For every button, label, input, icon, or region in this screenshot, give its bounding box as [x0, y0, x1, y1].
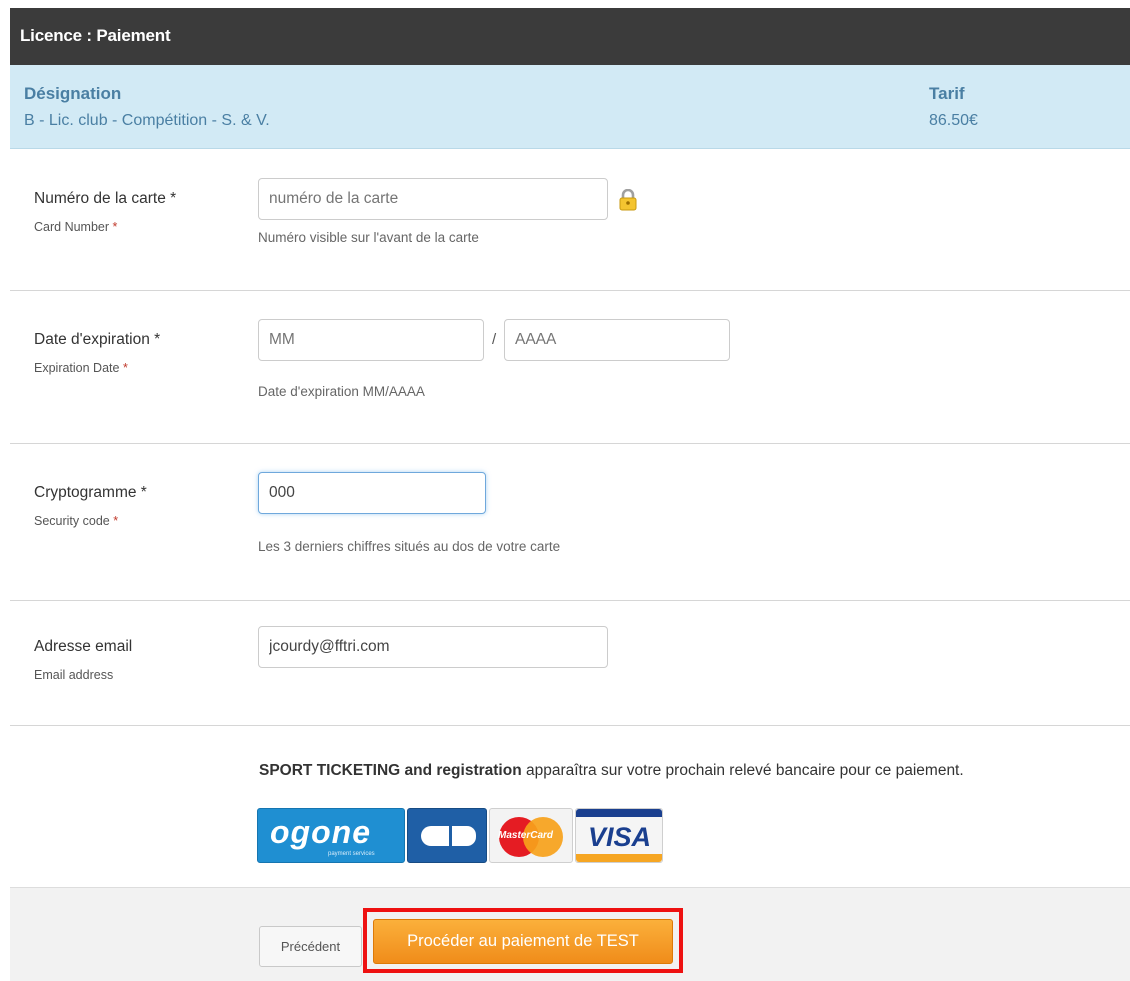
- card-number-label: Numéro de la carte *: [34, 190, 177, 207]
- cb-card-logo: [407, 808, 487, 863]
- page-title: Licence : Paiement: [10, 8, 1130, 65]
- email-input[interactable]: [258, 626, 608, 668]
- security-code-help: Les 3 derniers chiffres situés au dos de…: [258, 539, 561, 554]
- card-number-help: Numéro visible sur l'avant de la carte: [258, 230, 479, 245]
- expiration-help: Date d'expiration MM/AAAA: [258, 384, 425, 399]
- card-number-sublabel: Card Number *: [34, 220, 118, 234]
- designation-header: Désignation: [24, 84, 122, 103]
- card-number-row: Numéro de la carte * Card Number * Numér…: [10, 150, 1130, 290]
- tarif-value: 86.50€: [929, 112, 978, 129]
- mastercard-logo: MasterCard: [489, 808, 573, 863]
- previous-button[interactable]: Précédent: [259, 926, 362, 967]
- pay-button[interactable]: Procéder au paiement de TEST: [373, 919, 673, 964]
- security-code-row: Cryptogramme * Security code * Les 3 der…: [10, 444, 1130, 600]
- ogone-logo: ogone payment services: [257, 808, 405, 863]
- email-row: Adresse email Email address: [10, 601, 1130, 725]
- card-number-input[interactable]: [258, 178, 608, 220]
- visa-logo: VISA: [575, 808, 663, 863]
- email-label: Adresse email: [34, 638, 133, 655]
- expiration-label: Date d'expiration *: [34, 331, 161, 348]
- bank-statement-notice: SPORT TICKETING and registration apparaî…: [259, 762, 964, 779]
- divider: [10, 725, 1130, 726]
- expiration-sublabel: Expiration Date *: [34, 361, 128, 375]
- tarif-header: Tarif: [929, 84, 965, 103]
- date-separator: /: [492, 331, 497, 348]
- email-sublabel: Email address: [34, 668, 114, 682]
- designation-value: B - Lic. club - Compétition - S. & V.: [24, 112, 270, 129]
- security-code-sublabel: Security code *: [34, 514, 119, 528]
- expiration-row: Date d'expiration * Expiration Date * / …: [10, 291, 1130, 443]
- price-summary: Désignation B - Lic. club - Compétition …: [10, 65, 1130, 149]
- lock-icon: [619, 189, 637, 211]
- security-code-input[interactable]: [258, 472, 486, 514]
- expiration-year-input[interactable]: [504, 319, 730, 361]
- expiration-month-input[interactable]: [258, 319, 484, 361]
- security-code-label: Cryptogramme *: [34, 484, 147, 501]
